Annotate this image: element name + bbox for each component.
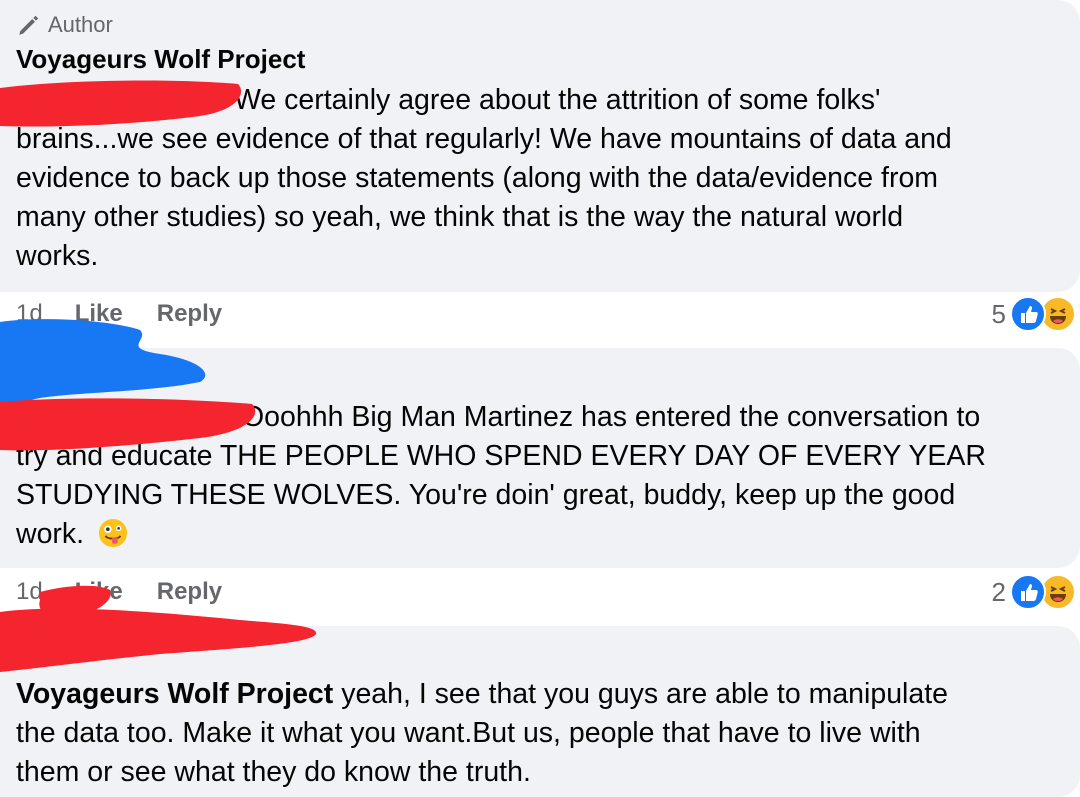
comment-actions-2: 1d Like Reply	[16, 578, 222, 606]
like-button[interactable]: Like	[75, 300, 123, 328]
commenter-name[interactable]: Voyageurs Wolf Project	[16, 44, 305, 75]
comment-text: Voyageurs Wolf Project yeah, I see that …	[16, 675, 1058, 792]
comment-bubble-1: Author Voyageurs Wolf Project We certain…	[0, 0, 1080, 292]
like-reaction-icon	[1010, 574, 1046, 610]
comment-time[interactable]: 1d	[16, 300, 43, 328]
comment-line-text: work.	[16, 518, 85, 550]
mention-link[interactable]: Voyageurs Wolf Project	[16, 678, 333, 710]
comment-line: evidence to back up those statements (al…	[16, 162, 939, 194]
reaction-summary-2[interactable]: 2	[992, 574, 1076, 610]
comment-line: Ooohhh Big Man Martinez has entered the …	[242, 401, 981, 433]
reaction-count: 2	[991, 576, 1006, 607]
reaction-summary-1[interactable]: 5	[992, 296, 1076, 332]
comment-line: try and educate THE PEOPLE WHO SPEND EVE…	[16, 440, 986, 472]
comment-line: the data too. Make it what you want.But …	[16, 717, 921, 749]
reply-button[interactable]: Reply	[157, 300, 222, 328]
reply-button[interactable]: Reply	[157, 578, 222, 606]
commenter-name[interactable]	[60, 650, 210, 666]
author-badge-label: Author	[48, 12, 113, 37]
comment-line: them or see what they do know the truth.	[16, 756, 531, 788]
comment-line: We certainly agree about the attrition o…	[234, 84, 881, 116]
comment-line: Voyageurs Wolf Project yeah, I see that …	[16, 675, 1058, 714]
author-badge: Author	[16, 12, 113, 38]
zany-face-emoji	[98, 518, 128, 548]
comment-bubble-3: Voyageurs Wolf Project yeah, I see that …	[0, 626, 1080, 797]
pen-icon	[19, 15, 39, 35]
comment-line: STUDYING THESE WOLVES. You're doin' grea…	[16, 479, 956, 511]
reaction-count: 5	[991, 298, 1006, 329]
comment-text: Ooohhh Big Man Martinez has entered the …	[16, 398, 1058, 554]
like-button[interactable]: Like	[75, 578, 123, 606]
comment-line-text: yeah, I see that you guys are able to ma…	[333, 678, 949, 710]
comment-time[interactable]: 1d	[16, 578, 43, 606]
comment-bubble-2: Ooohhh Big Man Martinez has entered the …	[0, 348, 1080, 568]
comment-line: works.	[16, 240, 99, 272]
comment-line: brains...we see evidence of that regular…	[16, 123, 952, 155]
comment-line: work.	[16, 515, 1058, 554]
like-reaction-icon	[1010, 296, 1046, 332]
comment-actions-1: 1d Like Reply	[16, 300, 222, 328]
comment-text: We certainly agree about the attrition o…	[16, 81, 1058, 276]
commenter-name[interactable]	[100, 364, 160, 380]
comment-line: many other studies) so yeah, we think th…	[16, 201, 904, 233]
